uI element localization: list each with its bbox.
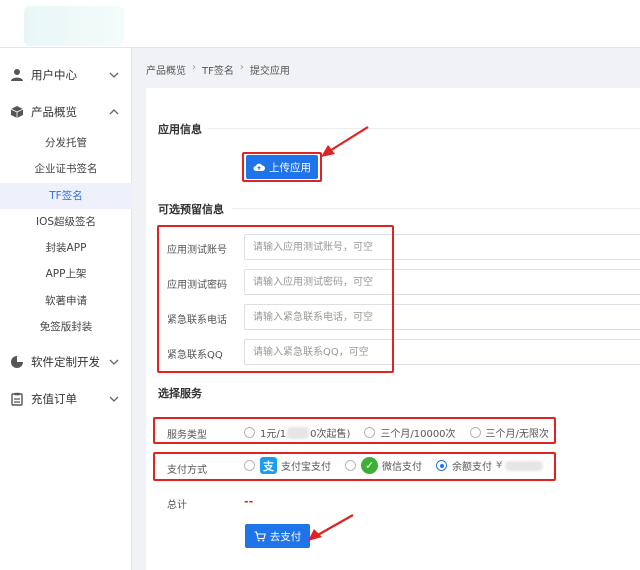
sidebar-item-custom-dev[interactable]: 软件定制开发 — [0, 344, 132, 380]
breadcrumb-item[interactable]: 产品概览 — [146, 62, 186, 77]
payment-option-alipay[interactable]: 支 支付宝支付 — [244, 457, 331, 474]
test-password-input[interactable] — [244, 269, 640, 295]
section-title-service: 选择服务 — [158, 387, 202, 400]
payment-option-balance[interactable]: 余额支付 ¥ — [436, 458, 544, 473]
pay-button-label: 去支付 — [269, 530, 302, 543]
sidebar-item-label: 产品概览 — [31, 105, 77, 119]
top-bar — [0, 0, 640, 48]
redacted-text — [287, 426, 310, 439]
sub-item-tf-sign[interactable]: TF签名 — [0, 183, 132, 209]
service-type-radio-group: 1元/1 0次起售) 三个月/10000次 三个月/无限次 — [244, 425, 563, 440]
sub-item-wrap-app[interactable]: 封装APP — [0, 235, 132, 261]
payment-option-label: 微信支付 — [382, 462, 422, 473]
user-icon — [11, 69, 23, 81]
radio-icon — [244, 427, 255, 438]
sub-item-ios-super-sign[interactable]: IOS超级签名 — [0, 209, 132, 235]
sub-item-app-listing[interactable]: APP上架 — [0, 261, 132, 287]
field-label: 应用测试密码 — [167, 280, 227, 291]
field-label: 紧急联系QQ — [167, 350, 223, 361]
divider — [232, 208, 640, 209]
service-option-label-suffix: 0次起售) — [310, 429, 351, 440]
sidebar-item-user-center[interactable]: 用户中心 — [0, 57, 132, 93]
field-label: 紧急联系电话 — [167, 315, 227, 326]
pie-chart-icon — [11, 356, 23, 368]
chevron-down-icon — [109, 72, 119, 78]
breadcrumb-separator: › — [192, 62, 196, 73]
cart-icon — [254, 530, 266, 541]
breadcrumb-separator: › — [239, 62, 244, 73]
sub-item-copyright[interactable]: 软著申请 — [0, 288, 132, 314]
section-title-app-info: 应用信息 — [158, 123, 202, 136]
chevron-up-icon — [109, 109, 119, 115]
alipay-icon: 支 — [260, 457, 277, 474]
payment-radio-group: 支 支付宝支付 ✓ 微信支付 余额支付 ¥ — [244, 457, 557, 474]
service-option-label: 三个月/无限次 — [485, 429, 549, 440]
test-account-input[interactable] — [244, 234, 640, 260]
cube-icon — [10, 106, 24, 118]
service-option-basic[interactable]: 1元/1 0次起售) — [244, 425, 350, 440]
radio-icon — [469, 427, 481, 438]
total-value: -- — [244, 495, 254, 508]
logo — [24, 6, 124, 46]
payment-option-label: 余额支付 — [452, 462, 492, 473]
radio-checked-icon — [436, 460, 447, 471]
sidebar-item-recharge-orders[interactable]: 充值订单 — [0, 381, 132, 417]
service-option-label: 三个月/10000次 — [380, 429, 456, 440]
balance-currency: ¥ — [496, 460, 503, 471]
service-option-label: 1元/1 — [260, 429, 287, 440]
radio-icon — [345, 460, 356, 471]
emergency-qq-input[interactable] — [244, 339, 640, 365]
total-label: 总计 — [167, 500, 187, 511]
chevron-down-icon — [109, 396, 119, 402]
sidebar-item-product-overview[interactable]: 产品概览 — [0, 94, 132, 130]
wechat-icon: ✓ — [361, 457, 378, 474]
radio-icon — [364, 427, 376, 438]
field-label: 应用测试账号 — [167, 245, 227, 256]
service-type-label: 服务类型 — [167, 430, 207, 441]
service-option-3month-10000[interactable]: 三个月/10000次 — [364, 425, 456, 440]
breadcrumb-item-current: 提交应用 — [249, 66, 290, 77]
radio-icon — [244, 460, 255, 471]
divider — [208, 128, 640, 129]
emergency-phone-input[interactable] — [244, 304, 640, 330]
breadcrumb-item[interactable]: TF签名 — [202, 62, 234, 77]
sub-item-distribution[interactable]: 分发托管 — [0, 130, 132, 156]
cloud-upload-icon — [253, 163, 265, 171]
sidebar-item-label: 充值订单 — [31, 392, 77, 406]
service-option-3month-unlimited[interactable]: 三个月/无限次 — [469, 425, 549, 440]
sidebar-item-label: 软件定制开发 — [31, 355, 100, 369]
payment-option-label: 支付宝支付 — [281, 462, 331, 473]
sub-item-enterprise-cert[interactable]: 企业证书签名 — [0, 156, 132, 182]
clipboard-icon — [11, 392, 23, 406]
redacted-balance — [505, 460, 544, 471]
upload-app-button[interactable]: 上传应用 — [246, 155, 318, 179]
upload-app-label: 上传应用 — [269, 161, 311, 174]
section-title-optional-info: 可选预留信息 — [158, 203, 224, 216]
sub-item-unsigned-wrap[interactable]: 免签版封装 — [0, 314, 132, 340]
chevron-down-icon — [109, 359, 119, 365]
sidebar-item-label: 用户中心 — [31, 68, 77, 82]
sidebar: 用户中心 产品概览 分发托管 企业证书签名 TF签名 IOS超级签名 封装APP… — [0, 48, 132, 570]
payment-option-wechat[interactable]: ✓ 微信支付 — [345, 457, 422, 474]
breadcrumb: 产品概览 › TF签名 › 提交应用 — [146, 62, 290, 77]
pay-button[interactable]: 去支付 — [245, 524, 310, 548]
payment-method-label: 支付方式 — [167, 465, 207, 476]
